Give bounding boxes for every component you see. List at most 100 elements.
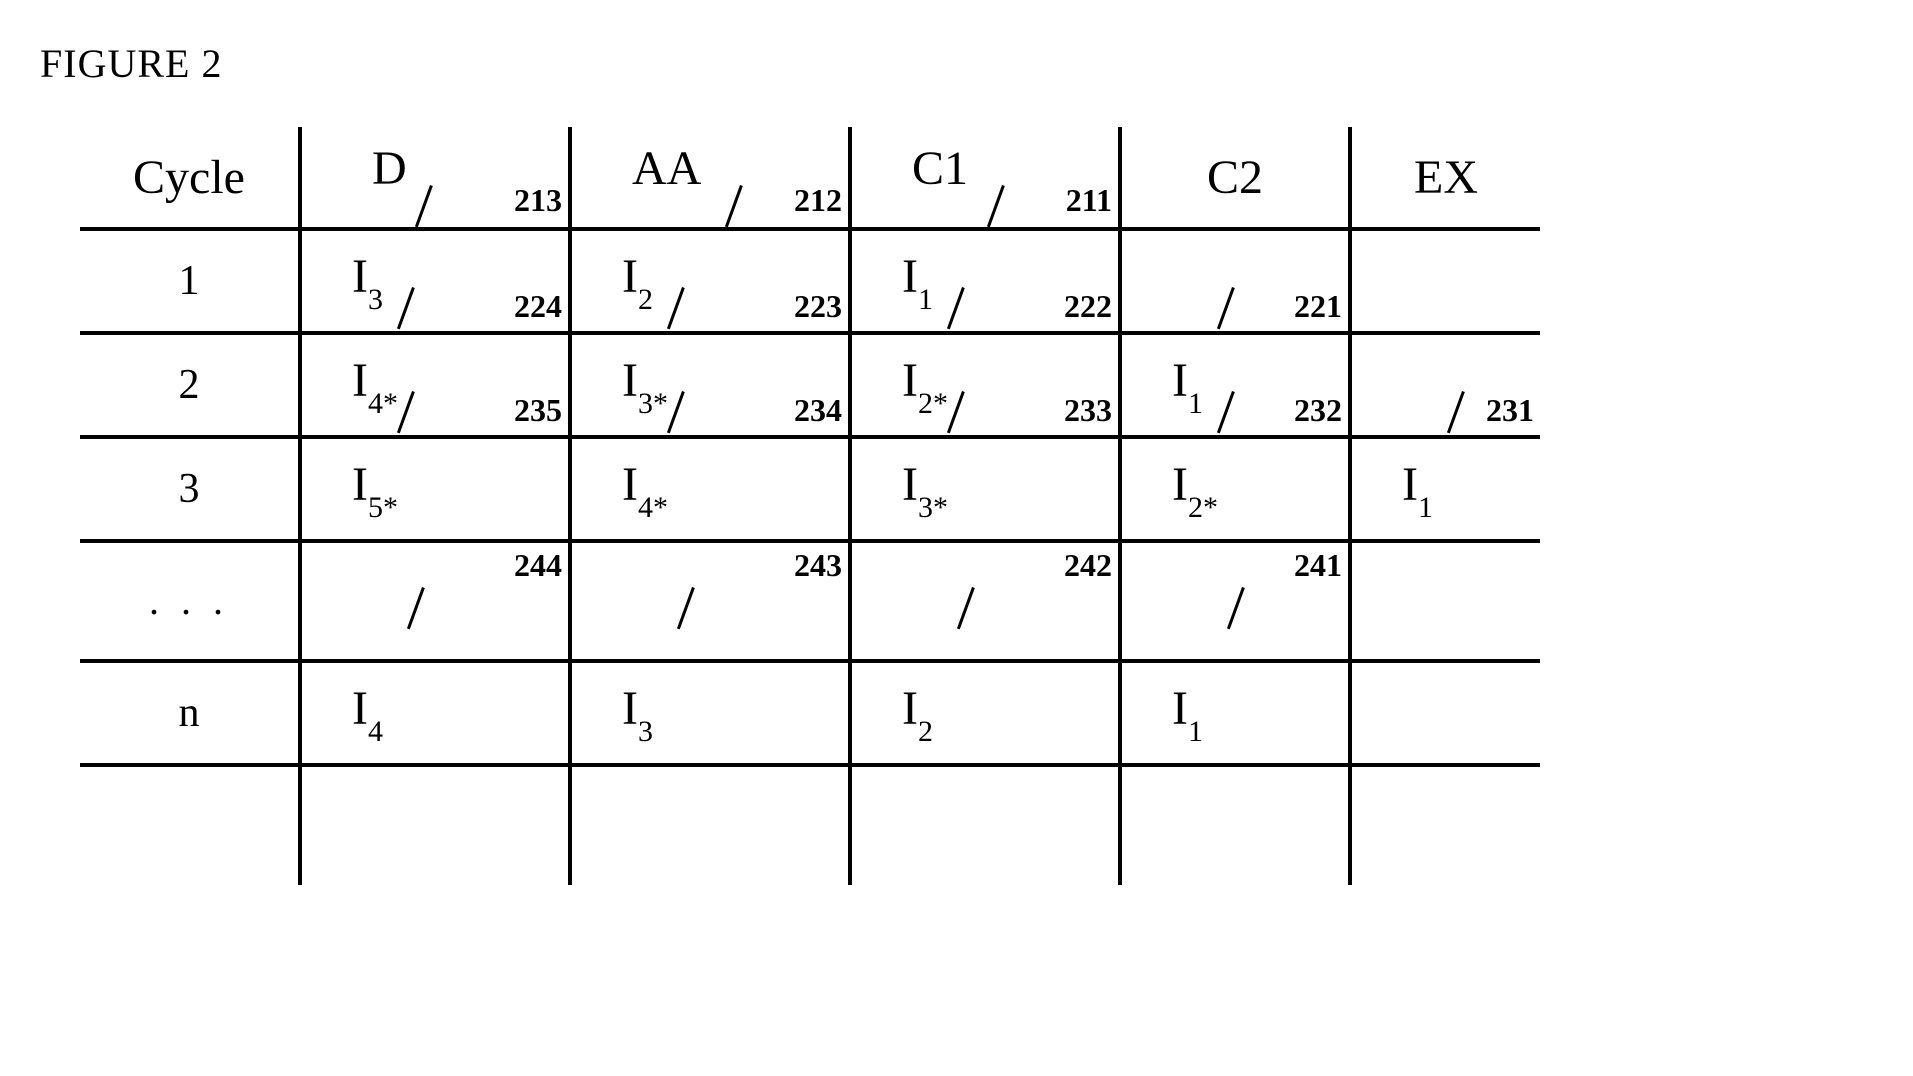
col-aa: AA 212 [570,127,850,229]
cell-value: I1 [1172,681,1203,743]
cell-value: I1 [1402,457,1433,519]
table-trailing-row [80,765,1540,885]
table-row: 3 I5* I4* I3* I2* I1 [80,437,1540,541]
table-row: 2 I4* 235 I3* 234 I2* 233I1232 231 [80,333,1540,437]
cycle-label: n [179,690,200,736]
ref-number: 231 [1486,392,1534,429]
pipeline-table: Cycle D 213 AA 212 C1 [80,127,1540,885]
cycle-cell: . . . [80,541,300,661]
cell-value: I4* [622,457,668,519]
ref-number: 232 [1294,392,1342,429]
pipeline-cell: I1 [1350,437,1540,541]
col-aa-label: AA [632,142,701,195]
cell-value: I1 [902,249,933,311]
ref-number: 235 [514,392,562,429]
ref-slash-icon [957,587,975,629]
pipeline-cell: I4* [570,437,850,541]
ref-slash-icon [667,391,685,433]
ref-number: 234 [794,392,842,429]
ref-slash-icon [415,185,433,227]
col-cycle-label: Cycle [133,151,245,204]
ref-slash-icon [725,185,743,227]
ref-number: 222 [1064,288,1112,325]
figure-title: FIGURE 2 [40,40,1873,87]
pipeline-cell: I3 224 [300,229,570,333]
cycle-label: . . . [149,578,229,623]
pipeline-cell: 243 [570,541,850,661]
pipeline-cell: I2 [850,661,1120,765]
ref-number: 224 [514,288,562,325]
cell-value: I2 [902,681,933,743]
cycle-cell: 2 [80,333,300,437]
pipeline-cell: 241 [1120,541,1350,661]
pipeline-cell: I2* 233 [850,333,1120,437]
pipeline-cell: 231 [1350,333,1540,437]
pipeline-cell: I1 222 [850,229,1120,333]
ref-slash-icon [397,287,415,329]
ref-number: 241 [1294,547,1342,584]
ref-slash-icon [407,587,425,629]
ref-number: 243 [794,547,842,584]
ref-number: 223 [794,288,842,325]
ref-slash-icon [947,287,965,329]
pipeline-cell: I3* 234 [570,333,850,437]
pipeline-cell [1350,229,1540,333]
cell-value: I3 [622,681,653,743]
cycle-cell: n [80,661,300,765]
cycle-cell: 1 [80,229,300,333]
pipeline-cell: I3* [850,437,1120,541]
pipeline-cell: I4 [300,661,570,765]
table-header-row: Cycle D 213 AA 212 C1 [80,127,1540,229]
ref-slash-icon [397,391,415,433]
cell-value: I2* [902,353,948,415]
ref-number: 221 [1294,288,1342,325]
pipeline-cell: 242 [850,541,1120,661]
pipeline-cell: I5* [300,437,570,541]
col-c2: C2 [1120,127,1350,229]
pipeline-cell: I2 223 [570,229,850,333]
cycle-label: 2 [179,362,200,408]
ref-211: 211 [1066,182,1112,219]
table-row: . . . 244 243 242 241 [80,541,1540,661]
col-cycle: Cycle [80,127,300,229]
table-row: 1 I3 224 I2 223 I1 222 221 [80,229,1540,333]
cycle-cell: 3 [80,437,300,541]
pipeline-cell [1350,661,1540,765]
ref-slash-icon [677,587,695,629]
cycle-label: 3 [179,466,200,512]
cell-value: I3* [902,457,948,519]
ref-slash-icon [1217,287,1235,329]
col-d: D 213 [300,127,570,229]
cell-value: I2* [1172,457,1218,519]
pipeline-cell: I3 [570,661,850,765]
cell-value: I3 [352,249,383,311]
ref-slash-icon [667,287,685,329]
ref-slash-icon [947,391,965,433]
cell-value: I5* [352,457,398,519]
col-c2-label: C2 [1207,151,1263,204]
pipeline-cell: 244 [300,541,570,661]
pipeline-cell: I1 [1120,661,1350,765]
cycle-label: 1 [179,258,200,304]
col-ex: EX [1350,127,1540,229]
ref-slash-icon [987,185,1005,227]
ref-number: 233 [1064,392,1112,429]
ref-slash-icon [1217,391,1235,433]
pipeline-cell: 221 [1120,229,1350,333]
cell-value: I2 [622,249,653,311]
ref-slash-icon [1227,587,1245,629]
ref-213: 213 [514,182,562,219]
pipeline-cell: I4* 235 [300,333,570,437]
pipeline-cell [1350,541,1540,661]
col-ex-label: EX [1414,151,1478,204]
ref-number: 242 [1064,547,1112,584]
pipeline-cell: I2* [1120,437,1350,541]
cell-value: I4* [352,353,398,415]
cell-value: I4 [352,681,383,743]
cell-value: I3* [622,353,668,415]
col-d-label: D [372,142,407,195]
col-c1: C1 211 [850,127,1120,229]
ref-number: 244 [514,547,562,584]
pipeline-table-wrap: Cycle D 213 AA 212 C1 [80,127,1540,885]
pipeline-cell: I1232 [1120,333,1350,437]
